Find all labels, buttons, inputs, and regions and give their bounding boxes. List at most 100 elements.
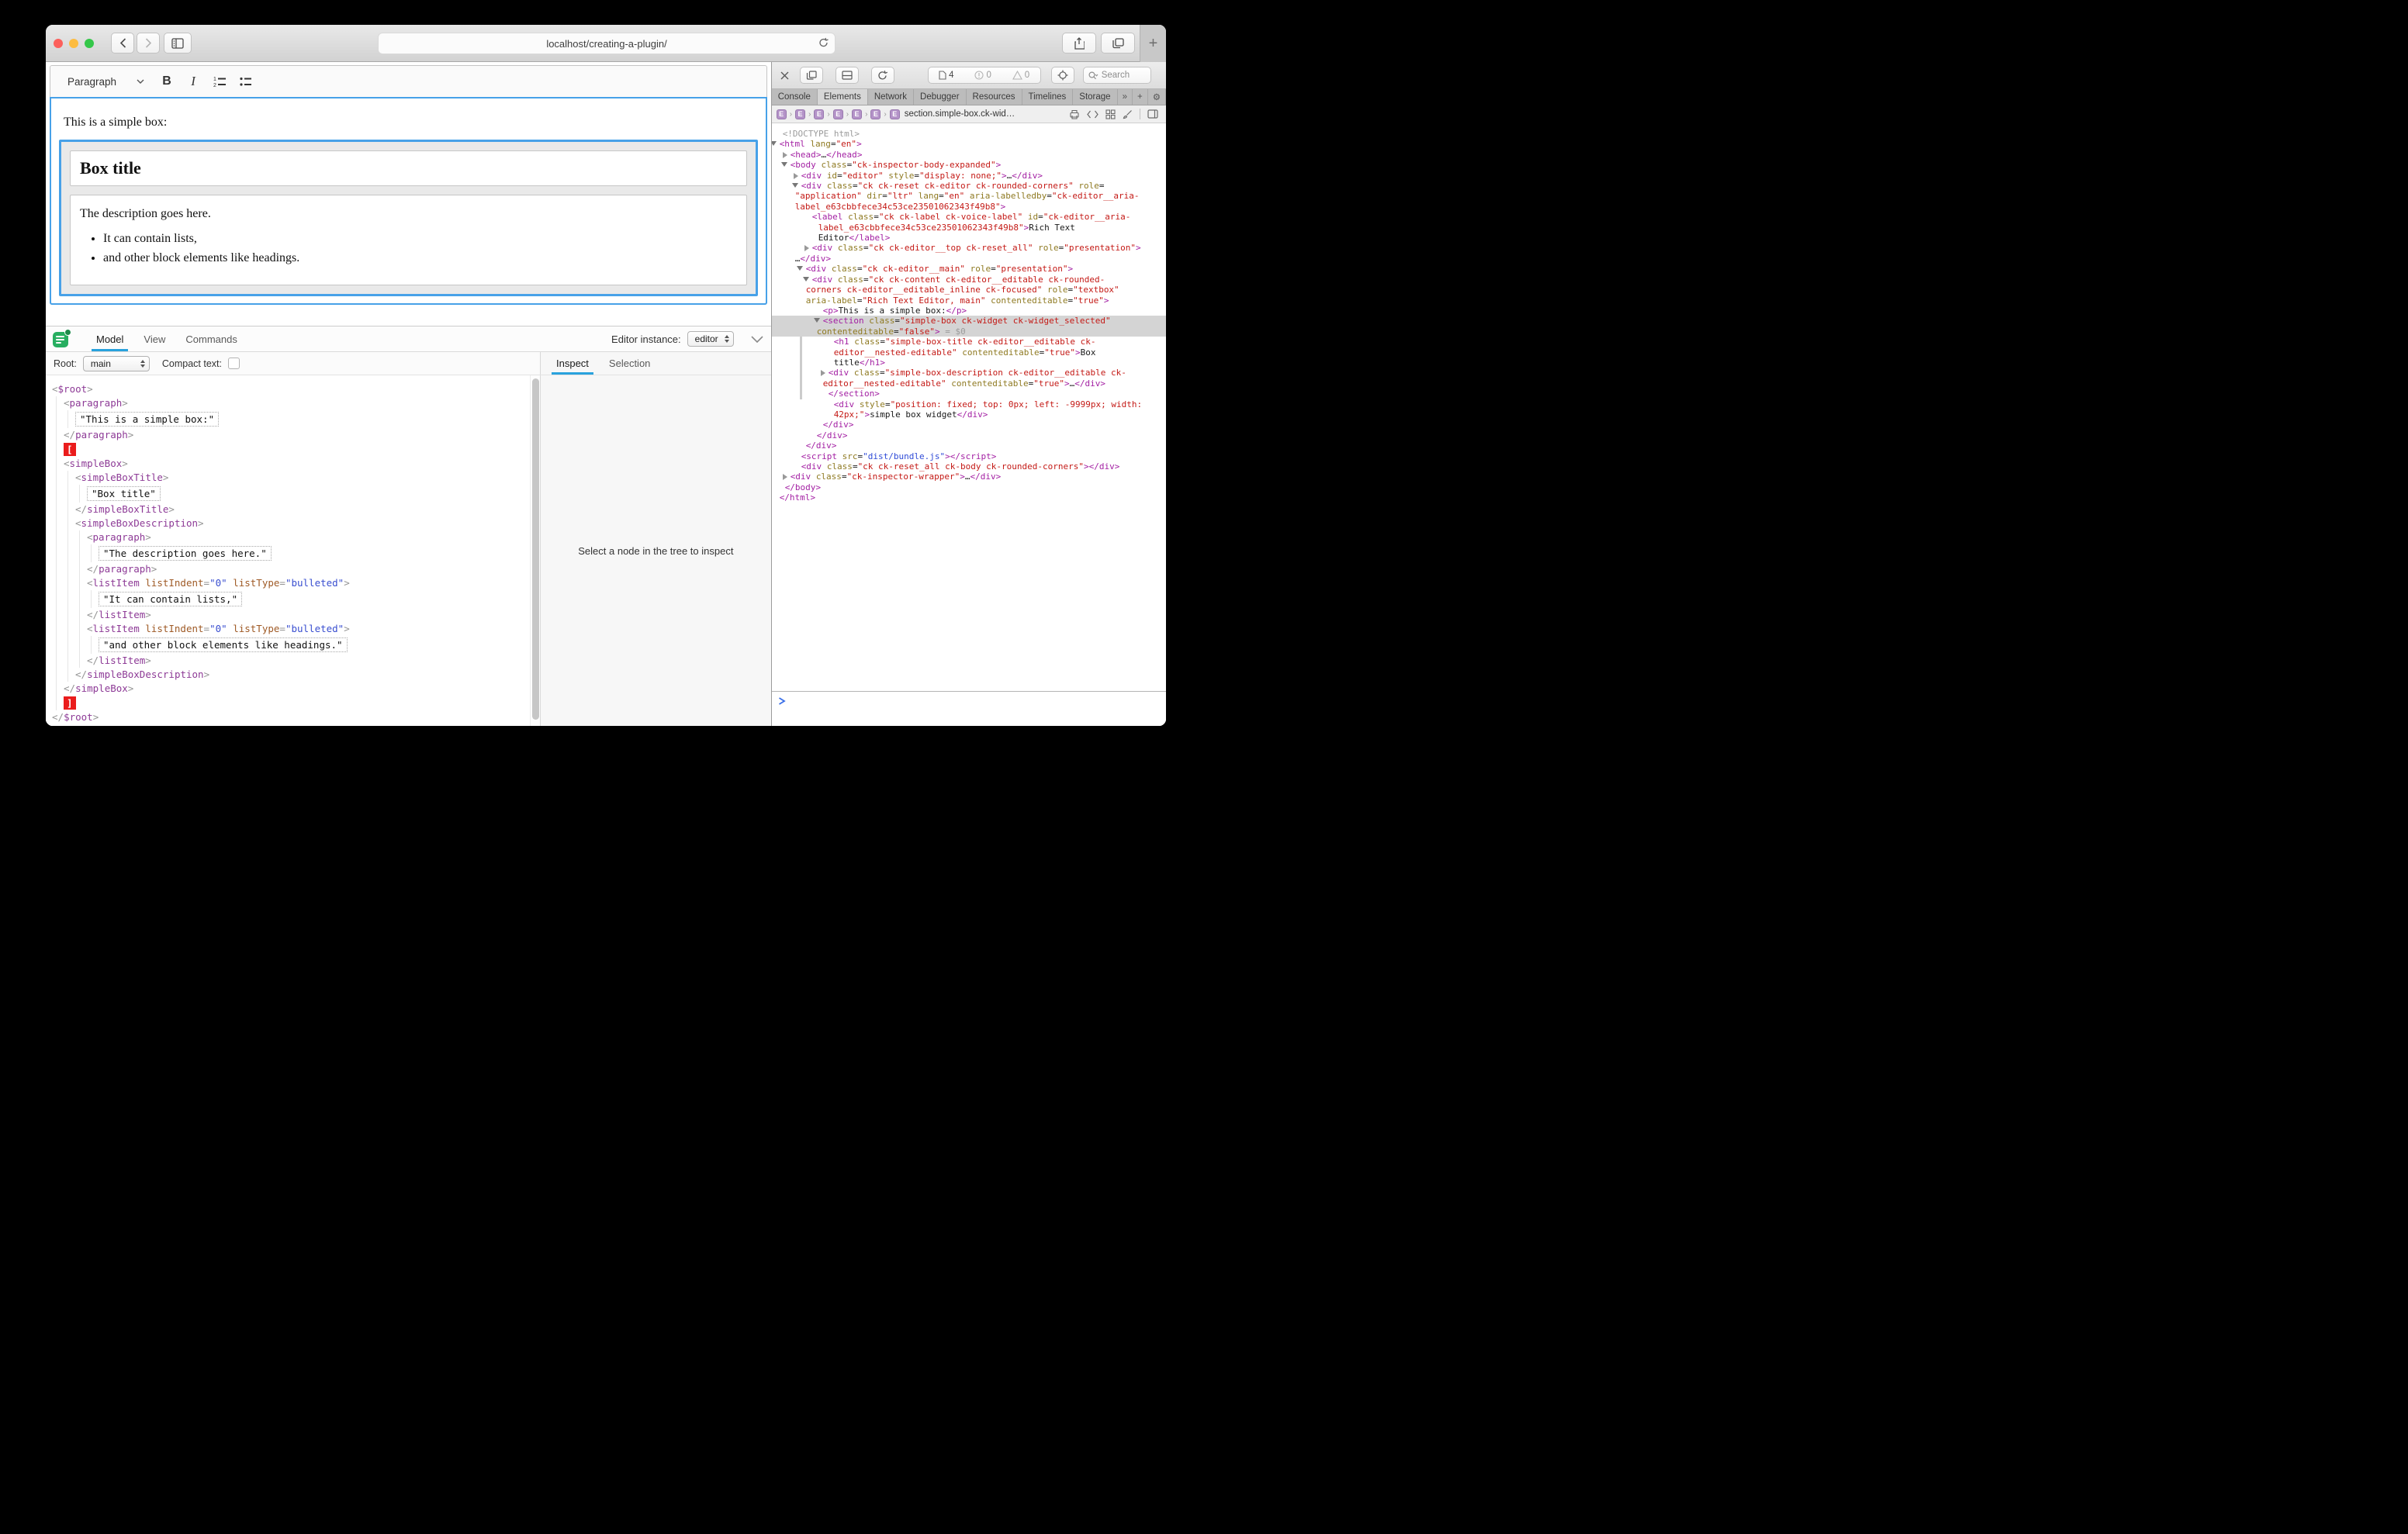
dom-tree-line[interactable]: </div> [772,441,1166,451]
dom-tree-line[interactable]: </body> [772,482,1166,492]
dom-tree-line[interactable]: …</div> [772,254,1166,264]
simple-box-widget[interactable]: Box title The description goes here. It … [59,140,758,296]
tab-network[interactable]: Network [868,89,914,105]
breadcrumb-element-badge[interactable]: E [795,109,805,119]
simple-box-description[interactable]: The description goes here. It can contai… [70,195,747,285]
sidebar-toggle-button[interactable] [164,33,192,54]
model-tree-node[interactable]: </simpleBoxTitle> [75,503,540,517]
dom-tree-line[interactable]: <div class="ck ck-content ck-editor__edi… [772,275,1166,285]
tab-selection[interactable]: Selection [604,352,655,375]
details-sidebar-toggle-icon[interactable] [1147,109,1158,119]
simple-box-title[interactable]: Box title [70,150,747,186]
tab-elements[interactable]: Elements [818,89,868,105]
tab-console[interactable]: Console [772,89,818,105]
minimize-window-button[interactable] [69,39,78,48]
reload-button[interactable] [818,37,829,48]
dom-tree-line[interactable]: </html> [772,492,1166,503]
dom-tree-line[interactable]: <div style="position: fixed; top: 0px; l… [772,399,1166,409]
tab-timelines[interactable]: Timelines [1022,89,1074,105]
dom-tree-line[interactable]: <div class="simple-box-description ck-ed… [772,368,1166,378]
new-tab-button[interactable]: + [1140,25,1166,62]
model-tree-node[interactable]: <listItem listIndent="0" listType="bulle… [87,622,540,636]
breadcrumb-element-badge[interactable]: E [852,109,862,119]
editor-paragraph[interactable]: This is a simple box: [64,116,753,130]
dom-tree-line[interactable]: 42px;">simple box widget</div> [772,409,1166,420]
dom-tree-line[interactable]: <div class="ck-inspector-wrapper">…</div… [772,472,1166,482]
back-button[interactable] [111,33,134,54]
print-icon[interactable] [1069,109,1080,119]
model-tree-node[interactable]: <paragraph> [87,530,540,544]
list-item[interactable]: and other block elements like headings. [103,251,737,265]
editor-editable-area[interactable]: This is a simple box: Box title The desc… [50,97,767,305]
issues-summary[interactable]: 4 0 0 [928,67,1041,84]
dom-tree-line[interactable]: <!DOCTYPE html> [772,129,1166,139]
editor-instance-select[interactable]: editor [687,331,734,347]
dom-tree-line[interactable]: <div class="ck ck-editor__top ck-reset_a… [772,243,1166,253]
model-tree-node[interactable]: <simpleBoxTitle> [75,471,540,485]
dom-tree-line[interactable]: aria-label="Rich Text Editor, main" cont… [772,295,1166,306]
model-tree-node[interactable]: </listItem> [87,654,540,668]
layout-grid-icon[interactable] [1105,109,1116,119]
breadcrumb-element-badge[interactable]: E [833,109,843,119]
model-tree-node[interactable]: "The description goes here." [99,544,540,562]
tree-scrollbar[interactable] [530,375,540,726]
breadcrumb-element-badge[interactable]: E [870,109,881,119]
dom-tree-selected-line[interactable]: contenteditable="false"> = $0 [772,326,1166,337]
dom-tree-line[interactable]: </div> [772,430,1166,441]
dom-tree-line[interactable]: corners ck-editor__editable_inline ck-fo… [772,285,1166,295]
close-window-button[interactable] [54,39,63,48]
dom-tree-line[interactable]: <html lang="en"> [772,139,1166,149]
tab-storage[interactable]: Storage [1073,89,1117,105]
italic-button[interactable]: I [182,71,205,92]
bold-button[interactable]: B [155,71,178,92]
model-tree-node[interactable]: <$root> [52,382,540,396]
model-tree-node[interactable]: </simpleBoxDescription> [75,668,540,682]
model-tree-node[interactable]: ] [64,696,540,710]
dom-tree-line[interactable]: label_e63cbbfece34c53ce23501062343f49b8"… [772,202,1166,212]
gear-icon[interactable]: ⚙ [1148,89,1166,105]
dom-tree-line[interactable]: editor__nested-editable" contenteditable… [772,347,1166,358]
styles-brush-icon[interactable] [1123,109,1133,119]
breadcrumb-element-badge[interactable]: E [777,109,787,119]
dock-devtools-button[interactable] [836,67,859,84]
tab-debugger[interactable]: Debugger [914,89,967,105]
close-devtools-button[interactable] [778,68,792,82]
model-tree-node[interactable]: </simpleBox> [64,682,540,696]
model-tree-node[interactable]: </paragraph> [64,428,540,442]
show-tabs-button[interactable] [1101,33,1135,54]
reload-page-button[interactable] [871,67,894,84]
dom-tree-line[interactable]: </section> [772,389,1166,399]
dom-tree-line[interactable]: "application" dir="ltr" lang="en" aria-l… [772,191,1166,201]
scrollbar-thumb[interactable] [532,378,539,720]
devtools-search-input[interactable]: Search [1083,67,1151,84]
bulleted-list-button[interactable] [234,71,258,92]
breadcrumb-element-badge[interactable]: E [890,109,900,119]
share-button[interactable] [1062,33,1096,54]
dom-tree-line[interactable]: <p>This is a simple box:</p> [772,306,1166,316]
dom-tree-line[interactable]: <script src="dist/bundle.js"></script> [772,451,1166,461]
dom-tree-line[interactable]: <head>…</head> [772,150,1166,160]
new-tab-icon[interactable]: + [1133,89,1148,105]
dom-tree-line[interactable]: title</h1> [772,358,1166,368]
dom-tree-selected-line[interactable]: <section class="simple-box ck-widget ck-… [772,316,1166,326]
forward-button[interactable] [137,33,160,54]
numbered-list-button[interactable]: 1 2 [208,71,231,92]
model-tree-node[interactable]: </listItem> [87,608,540,622]
tab-model[interactable]: Model [92,326,128,351]
model-tree-node[interactable]: <paragraph> [64,396,540,410]
root-select[interactable]: main [83,356,150,371]
model-tree-node[interactable]: </paragraph> [87,562,540,576]
tab-view[interactable]: View [139,326,170,351]
tab-overflow-icon[interactable]: » [1118,89,1133,105]
dom-tree-line[interactable]: <h1 class="simple-box-title ck-editor__e… [772,337,1166,347]
zoom-window-button[interactable] [85,39,94,48]
model-tree-node[interactable]: [ [64,442,540,457]
dom-tree-line[interactable]: <label class="ck ck-label ck-voice-label… [772,212,1166,222]
source-code-icon[interactable] [1087,110,1098,119]
collapse-inspector-icon[interactable] [751,336,763,343]
detach-devtools-button[interactable] [800,67,823,84]
dom-tree-line[interactable]: <div class="ck ck-editor__main" role="pr… [772,264,1166,274]
element-picker-button[interactable] [1051,67,1074,84]
dom-tree-line[interactable]: Editor</label> [772,233,1166,243]
dom-tree-line[interactable]: </div> [772,420,1166,430]
